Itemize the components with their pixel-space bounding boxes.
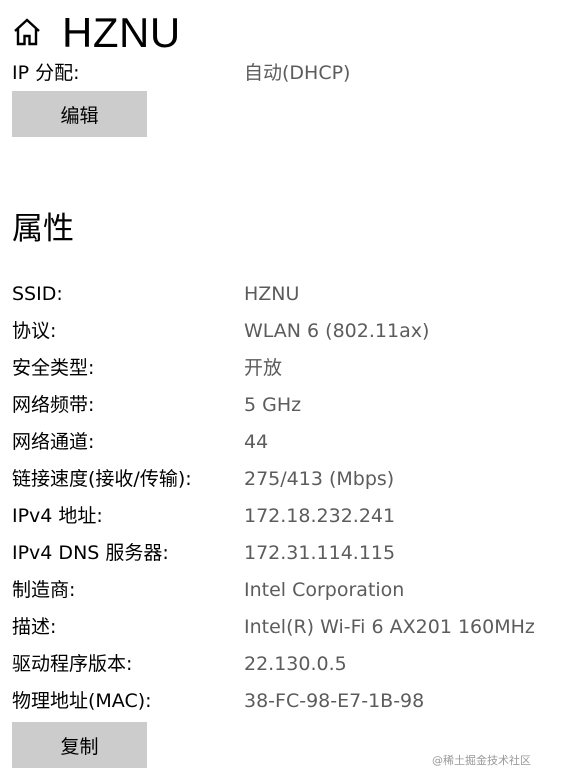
property-row-manufacturer: 制造商: Intel Corporation [12,572,557,609]
home-icon [12,17,42,51]
page-title: HZNU [62,9,181,56]
property-label: IPv4 地址: [12,505,103,527]
property-label: 链接速度(接收/传输): [12,468,192,490]
ip-assignment-label: IP 分配: [12,62,80,84]
property-row-security-type: 安全类型: 开放 [12,350,557,387]
home-button[interactable] [10,17,44,51]
property-value: 开放 [244,357,283,379]
property-row-network-channel: 网络通道: 44 [12,424,557,461]
property-value: 44 [244,431,269,453]
property-value: 5 GHz [244,394,302,416]
properties-list: SSID: HZNU 协议: WLAN 6 (802.11ax) 安全类型: 开… [12,276,557,720]
watermark: @稀土掘金技术社区 [432,754,531,767]
property-label: 物理地址(MAC): [12,690,152,712]
edit-button[interactable]: 编辑 [12,91,147,137]
property-value: Intel Corporation [244,579,405,601]
page-header: HZNU [0,0,566,62]
property-label: 协议: [12,320,57,342]
copy-button[interactable]: 复制 [12,722,147,768]
property-row-ipv4-dns: IPv4 DNS 服务器: 172.31.114.115 [12,535,557,572]
properties-heading: 属性 [12,211,74,247]
property-row-ssid: SSID: HZNU [12,276,557,313]
network-properties-page: IP 分配: 自动(DHCP) HZNU 编辑 属性 SSID: HZNU 协议… [0,0,566,783]
property-value: HZNU [244,283,300,305]
property-label: SSID: [12,283,63,305]
property-value: 275/413 (Mbps) [244,468,395,490]
property-row-description: 描述: Intel(R) Wi-Fi 6 AX201 160MHz [12,609,557,646]
property-row-protocol: 协议: WLAN 6 (802.11ax) [12,313,557,350]
property-label: 安全类型: [12,357,95,379]
property-row-network-band: 网络频带: 5 GHz [12,387,557,424]
property-value: 172.18.232.241 [244,505,396,527]
property-label: 驱动程序版本: [12,653,133,675]
property-row-ipv4-address: IPv4 地址: 172.18.232.241 [12,498,557,535]
property-value: 38-FC-98-E7-1B-98 [244,690,425,712]
property-label: 网络通道: [12,431,95,453]
property-value: Intel(R) Wi-Fi 6 AX201 160MHz [244,616,535,638]
property-value: 172.31.114.115 [244,542,396,564]
property-row-link-speed: 链接速度(接收/传输): 275/413 (Mbps) [12,461,557,498]
property-label: 描述: [12,616,57,638]
property-row-mac-address: 物理地址(MAC): 38-FC-98-E7-1B-98 [12,683,557,720]
property-label: IPv4 DNS 服务器: [12,542,169,564]
property-label: 制造商: [12,579,76,601]
property-value: 22.130.0.5 [244,653,347,675]
ip-assignment-value: 自动(DHCP) [244,62,351,84]
property-label: 网络频带: [12,394,95,416]
property-row-driver-version: 驱动程序版本: 22.130.0.5 [12,646,557,683]
property-value: WLAN 6 (802.11ax) [244,320,430,342]
